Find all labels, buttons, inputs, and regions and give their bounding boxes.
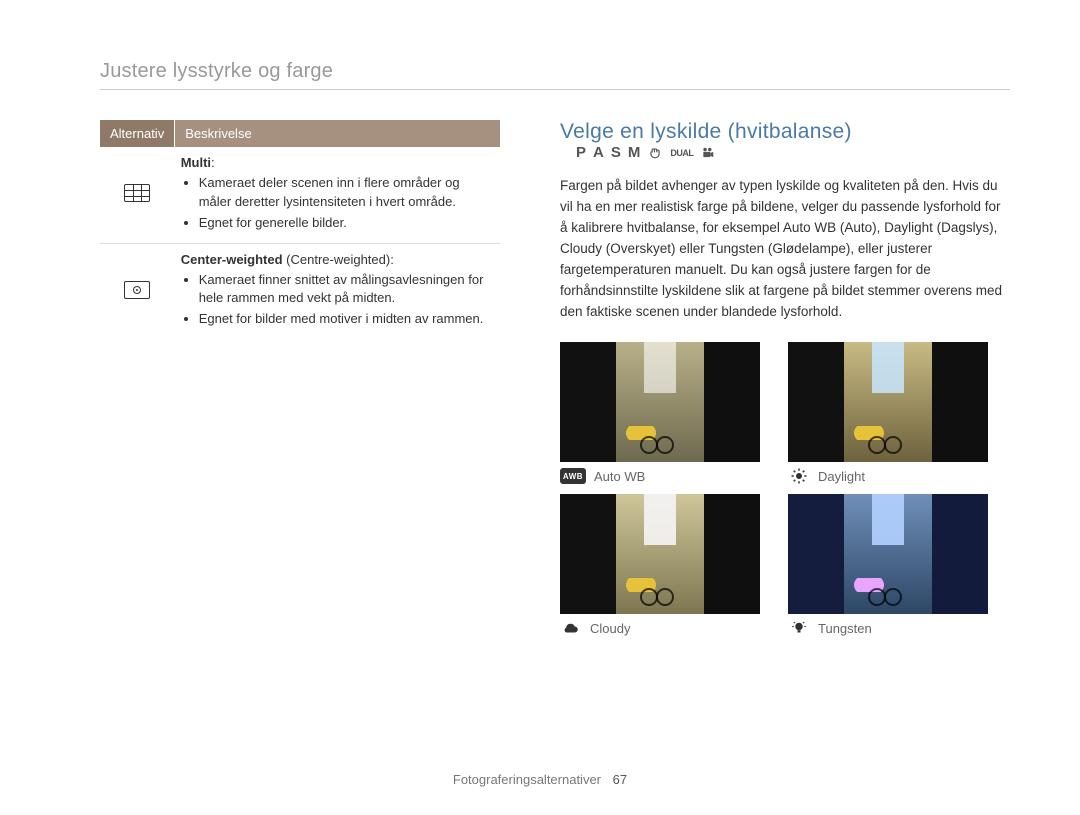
- table-head-alternativ: Alternativ: [100, 120, 175, 147]
- wb-example-tungsten: Tungsten: [788, 494, 988, 636]
- wb-label-text: Auto WB: [594, 469, 645, 484]
- body-text: Fargen på bildet avhenger av typen lyski…: [560, 176, 1010, 322]
- page-footer: Fotograferingsalternativer 67: [0, 772, 1080, 787]
- white-balance-grid: AWB Auto WB Daylight: [560, 342, 1010, 636]
- row-title-suffix: :: [211, 155, 215, 170]
- row-bullet: Egnet for generelle bilder.: [199, 214, 494, 233]
- row-title: Multi: [181, 155, 211, 170]
- mode-m: M: [628, 144, 641, 161]
- multi-metering-icon: [124, 184, 150, 202]
- mode-p: P: [576, 144, 586, 161]
- wb-example-daylight: Daylight: [788, 342, 988, 484]
- wb-example-cloudy: Cloudy: [560, 494, 760, 636]
- breadcrumb: Justere lysstyrke og farge: [100, 60, 1010, 83]
- row-bullet: Kameraet finner snittet av målingsavlesn…: [199, 271, 494, 309]
- section-title: Velge en lyskilde (hvitbalanse): [560, 120, 852, 143]
- mode-indicator: P A S M DUAL: [576, 144, 716, 161]
- wb-example-auto: AWB Auto WB: [560, 342, 760, 484]
- mode-a: A: [593, 144, 604, 161]
- mode-s: S: [611, 144, 621, 161]
- wb-label-text: Tungsten: [818, 621, 872, 636]
- center-weighted-icon: [124, 281, 150, 299]
- video-icon: [700, 146, 716, 160]
- divider: [100, 89, 1010, 90]
- wb-label-text: Daylight: [818, 469, 865, 484]
- footer-section: Fotograferingsalternativer: [453, 772, 601, 787]
- sun-icon: [788, 468, 810, 484]
- wb-thumb: [560, 494, 760, 614]
- page-number: 67: [613, 772, 627, 787]
- right-column: Velge en lyskilde (hvitbalanse) P A S M …: [560, 120, 1010, 636]
- wb-thumb: [788, 342, 988, 462]
- wb-thumb: [788, 494, 988, 614]
- bulb-icon: [788, 620, 810, 636]
- awb-icon: AWB: [560, 468, 586, 484]
- left-column: Alternativ Beskrivelse Multi: Kameraet d…: [100, 120, 500, 636]
- metering-table: Alternativ Beskrivelse Multi: Kameraet d…: [100, 120, 500, 339]
- row-title-suffix: (Centre-weighted):: [283, 252, 394, 267]
- table-row: Multi: Kameraet deler scenen inn i flere…: [100, 147, 500, 243]
- table-row: Center-weighted (Centre-weighted): Kamer…: [100, 243, 500, 339]
- row-bullet: Kameraet deler scenen inn i flere område…: [199, 174, 494, 212]
- table-head-beskrivelse: Beskrivelse: [175, 120, 500, 147]
- mode-dual: DUAL: [670, 148, 693, 158]
- hand-icon: [647, 146, 663, 160]
- wb-thumb: [560, 342, 760, 462]
- row-title: Center-weighted: [181, 252, 283, 267]
- row-bullet: Egnet for bilder med motiver i midten av…: [199, 310, 494, 329]
- wb-label-text: Cloudy: [590, 621, 630, 636]
- cloud-icon: [560, 620, 582, 636]
